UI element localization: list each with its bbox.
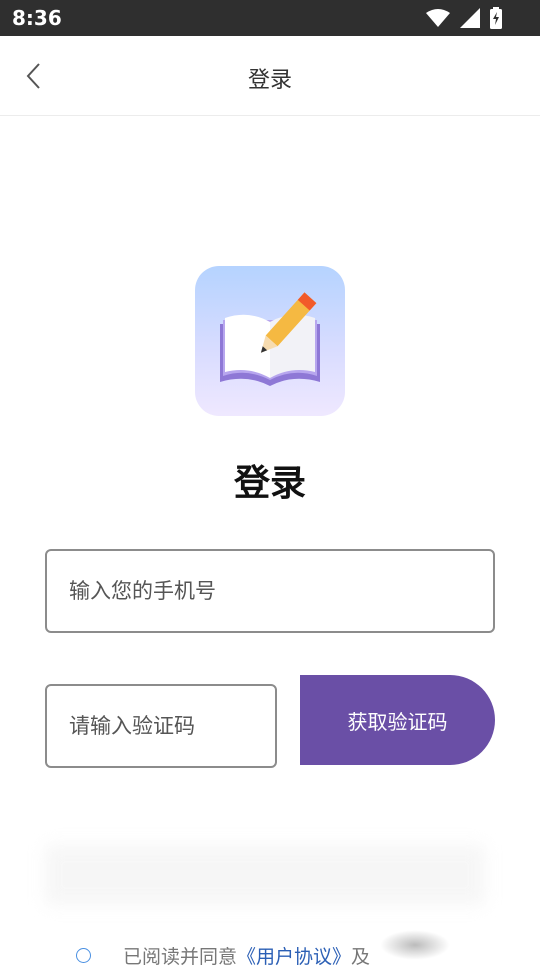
code-field [45, 684, 277, 768]
phone-input[interactable] [47, 579, 493, 603]
page-heading: 登录 [233, 463, 306, 504]
phone-field [45, 549, 495, 633]
agreement-conjunction: 及 [351, 945, 371, 968]
get-code-button[interactable]: 获取验证码 [300, 675, 495, 765]
app-logo [195, 266, 345, 416]
status-icons [426, 7, 502, 29]
battery-icon [490, 7, 502, 29]
status-time: 8:36 [12, 6, 62, 30]
agreement-radio[interactable] [76, 947, 91, 963]
wifi-icon [426, 9, 450, 27]
agreement-row: 已阅读并同意 《用户协议》 及 [76, 940, 370, 970]
nav-title: 登录 [247, 68, 292, 93]
user-agreement-link[interactable]: 《用户协议》 [237, 942, 351, 969]
top-nav-bar: 登录 [0, 36, 540, 116]
book-pencil-logo [220, 292, 320, 386]
blur-artifact [380, 930, 450, 960]
verification-code-input[interactable] [47, 714, 275, 738]
signal-icon [460, 8, 480, 28]
blurred-placeholder [45, 845, 485, 905]
agreement-prefix: 已阅读并同意 [123, 945, 238, 968]
status-bar: 8:36 [0, 0, 540, 36]
